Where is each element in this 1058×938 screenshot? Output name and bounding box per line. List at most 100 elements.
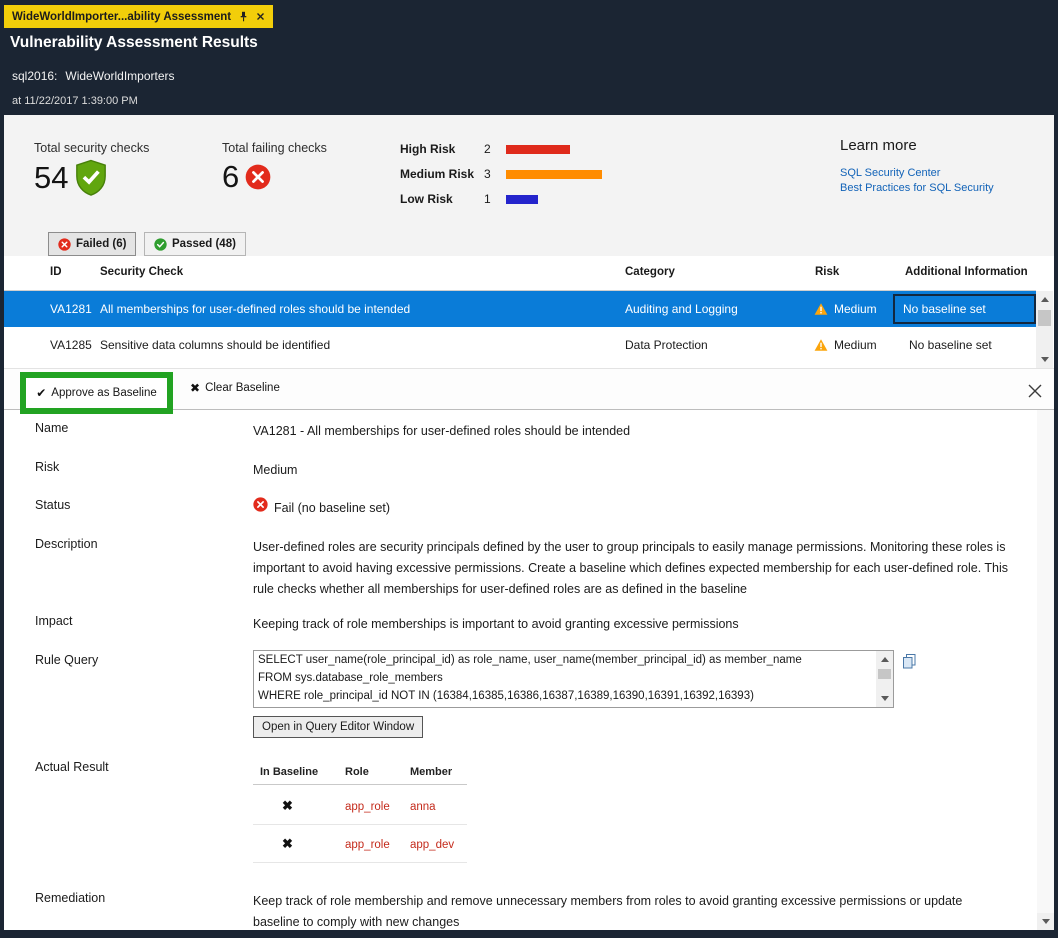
result-column-in-baseline: In Baseline — [260, 766, 318, 778]
cell-category: Auditing and Logging — [625, 302, 738, 316]
details-scrollbar[interactable] — [1037, 410, 1054, 930]
risk-count-low: 1 — [484, 192, 491, 206]
risk-count-medium: 3 — [484, 167, 491, 181]
scan-timestamp: at 11/22/2017 1:39:00 PM — [12, 95, 138, 107]
x-icon: ✖ — [190, 381, 200, 395]
description-label: Description — [35, 537, 98, 551]
scroll-up-icon — [881, 657, 889, 662]
tab-failed-label: Failed (6) — [76, 238, 126, 250]
result-member: app_dev — [410, 839, 454, 851]
pin-icon[interactable] — [238, 11, 249, 22]
risk-label-low: Low Risk — [400, 192, 453, 206]
name-label: Name — [35, 421, 68, 435]
tab-passed[interactable]: Passed (48) — [144, 232, 246, 256]
clear-baseline-button[interactable]: ✖ Clear Baseline — [190, 381, 280, 395]
link-best-practices[interactable]: Best Practices for SQL Security — [840, 182, 994, 194]
server-label: sql2016: — [12, 69, 57, 83]
fail-circle-icon — [253, 497, 268, 512]
cell-id: VA1281 — [50, 302, 92, 316]
link-sql-security-center[interactable]: SQL Security Center — [840, 167, 940, 179]
warning-triangle-icon — [814, 339, 828, 352]
result-member: anna — [410, 801, 436, 813]
tab-close-icon[interactable] — [256, 12, 265, 21]
cell-risk: Medium — [834, 338, 877, 352]
approve-baseline-button[interactable]: ✔ Approve as Baseline — [36, 386, 157, 400]
column-header-security-check[interactable]: Security Check — [100, 266, 183, 278]
scroll-down-button[interactable] — [1036, 351, 1053, 368]
risk-label-medium: Medium Risk — [400, 167, 474, 181]
name-value: VA1281 - All memberships for user-define… — [253, 421, 630, 442]
rule-query-line: SELECT user_name(role_principal_id) as r… — [254, 651, 893, 669]
column-header-id[interactable]: ID — [50, 266, 62, 278]
scroll-up-button[interactable] — [876, 651, 893, 668]
result-row-divider — [253, 824, 467, 825]
risk-row-low: Low Risk 1 — [400, 192, 680, 208]
tab-failed[interactable]: Failed (6) — [48, 232, 136, 256]
rule-query-line: FROM sys.database_role_members — [254, 669, 893, 687]
scroll-down-button[interactable] — [1037, 913, 1054, 930]
document-tab[interactable]: WideWorldImporter...ability Assessment — [4, 5, 273, 28]
cell-security-check: All memberships for user-defined roles s… — [100, 302, 410, 316]
check-icon: ✔ — [36, 386, 46, 400]
cell-security-check: Sensitive data columns should be identif… — [100, 338, 330, 352]
risk-bar-medium — [506, 170, 602, 179]
failing-checks-label: Total failing checks — [222, 141, 327, 155]
status-value: Fail (no baseline set) — [274, 498, 390, 519]
rule-query-scrollbar[interactable] — [876, 651, 893, 707]
cell-id: VA1285 — [50, 338, 92, 352]
grid-scrollbar[interactable] — [1036, 291, 1053, 368]
warning-triangle-icon — [814, 303, 828, 316]
fail-circle-icon — [58, 238, 71, 251]
ssms-window: WideWorldImporter...ability Assessment V… — [0, 0, 1058, 938]
page-title: Vulnerability Assessment Results — [10, 34, 258, 52]
failing-checks-number: 6 — [222, 159, 239, 195]
column-header-risk[interactable]: Risk — [815, 266, 839, 278]
total-checks-label: Total security checks — [34, 141, 149, 155]
table-row-va1285[interactable]: VA1285 Sensitive data columns should be … — [4, 327, 1036, 363]
results-grid: ID Security Check Category Risk Addition… — [4, 256, 1054, 368]
scroll-down-icon — [1042, 919, 1050, 924]
approve-baseline-label: Approve as Baseline — [51, 387, 156, 399]
description-value: User-defined roles are security principa… — [253, 537, 1010, 600]
cell-category: Data Protection — [625, 338, 708, 352]
rule-query-scrollbar-thumb[interactable] — [878, 669, 891, 679]
total-checks-number: 54 — [34, 160, 68, 196]
shield-check-icon — [74, 159, 108, 196]
content-area: Total security checks 54 Total failing c… — [4, 115, 1054, 930]
total-checks-value: 54 — [34, 159, 108, 196]
server-database-line: sql2016: WideWorldImporters — [12, 69, 175, 83]
cell-additional-info: No baseline set — [909, 338, 992, 352]
not-in-baseline-mark: ✖ — [282, 798, 293, 814]
open-query-editor-button[interactable]: Open in Query Editor Window — [253, 716, 423, 738]
actual-result-label: Actual Result — [35, 760, 109, 774]
grid-scrollbar-thumb[interactable] — [1038, 310, 1051, 326]
column-header-category[interactable]: Category — [625, 266, 675, 278]
risk-label-high: High Risk — [400, 142, 455, 156]
column-header-additional-info[interactable]: Additional Information — [905, 266, 1028, 278]
scroll-up-button[interactable] — [1036, 291, 1053, 308]
close-details-button[interactable] — [1022, 378, 1048, 404]
risk-row-medium: Medium Risk 3 — [400, 167, 680, 183]
result-role: app_role — [345, 839, 390, 851]
scroll-down-icon — [1041, 357, 1049, 362]
learn-more-title: Learn more — [840, 137, 917, 154]
scroll-down-button[interactable] — [876, 690, 893, 707]
remediation-label: Remediation — [35, 891, 105, 905]
risk-row-high: High Risk 2 — [400, 142, 680, 158]
impact-label: Impact — [35, 614, 73, 628]
clear-baseline-label: Clear Baseline — [205, 382, 280, 394]
rule-query-label: Rule Query — [35, 653, 98, 667]
scroll-up-icon — [1041, 297, 1049, 302]
risk-value: Medium — [253, 460, 297, 481]
result-column-role: Role — [345, 766, 369, 778]
cell-additional-info-focused[interactable]: No baseline set — [893, 294, 1036, 324]
risk-bar-high — [506, 145, 570, 154]
table-row-va1281[interactable]: VA1281 All memberships for user-defined … — [4, 291, 1036, 327]
status-label: Status — [35, 498, 70, 512]
risk-count-high: 2 — [484, 142, 491, 156]
rule-query-box[interactable]: SELECT user_name(role_principal_id) as r… — [253, 650, 894, 708]
remediation-value: Keep track of role membership and remove… — [253, 891, 1010, 933]
failing-checks-value: 6 — [222, 159, 271, 195]
approve-baseline-annotation: ✔ Approve as Baseline — [20, 372, 173, 414]
copy-query-icon[interactable] — [901, 653, 917, 669]
